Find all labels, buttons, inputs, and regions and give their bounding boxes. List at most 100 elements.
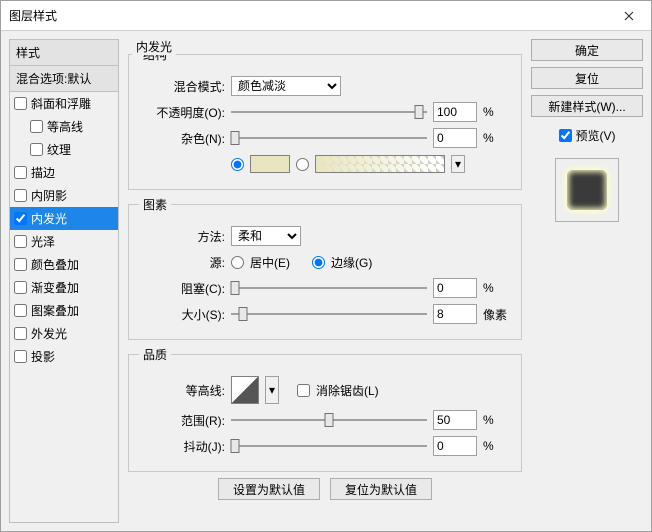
sidebar-checkbox-5[interactable] xyxy=(14,212,27,225)
source-edge-radio[interactable] xyxy=(312,256,325,269)
sidebar-checkbox-3[interactable] xyxy=(14,166,27,179)
noise-input[interactable] xyxy=(433,128,477,148)
choke-slider[interactable] xyxy=(231,279,427,297)
sidebar-label: 投影 xyxy=(31,348,55,365)
sidebar-label: 内发光 xyxy=(31,210,67,227)
settings-panel: 内发光 结构 混合模式: 颜色减淡 不透明度(O): % 杂色(N): xyxy=(127,39,523,523)
antialias-checkbox[interactable] xyxy=(297,384,310,397)
titlebar: 图层样式 xyxy=(1,1,651,31)
action-panel: 确定 复位 新建样式(W)... 预览(V) xyxy=(531,39,643,523)
sidebar-item-10[interactable]: 外发光 xyxy=(10,322,118,345)
sidebar-item-9[interactable]: 图案叠加 xyxy=(10,299,118,322)
source-center-label: 居中(E) xyxy=(250,254,290,271)
sidebar-item-11[interactable]: 投影 xyxy=(10,345,118,368)
elements-group: 图素 方法: 柔和 源: 居中(E) 边缘(G) 阻塞(C): xyxy=(128,196,522,340)
opacity-slider[interactable] xyxy=(231,103,427,121)
preview-toggle[interactable]: 预览(V) xyxy=(559,127,616,144)
noise-slider[interactable] xyxy=(231,129,427,147)
contour-dropdown-icon[interactable]: ▾ xyxy=(265,376,279,404)
range-slider[interactable] xyxy=(231,411,427,429)
preview-box xyxy=(555,158,619,222)
blend-options-header[interactable]: 混合选项:默认 xyxy=(9,66,119,92)
sidebar-checkbox-4[interactable] xyxy=(14,189,27,202)
sidebar-checkbox-8[interactable] xyxy=(14,281,27,294)
sidebar-label: 斜面和浮雕 xyxy=(31,95,91,112)
choke-input[interactable] xyxy=(433,278,477,298)
size-unit: 像素 xyxy=(483,306,511,323)
sidebar-item-5[interactable]: 内发光 xyxy=(10,207,118,230)
style-list: 斜面和浮雕等高线纹理描边内阴影内发光光泽颜色叠加渐变叠加图案叠加外发光投影 xyxy=(9,92,119,523)
contour-label: 等高线: xyxy=(139,382,225,399)
style-list-header: 样式 xyxy=(9,39,119,66)
sidebar-item-8[interactable]: 渐变叠加 xyxy=(10,276,118,299)
noise-label: 杂色(N): xyxy=(139,130,225,147)
elements-legend: 图素 xyxy=(139,196,171,213)
sidebar-label: 纹理 xyxy=(47,141,71,158)
revert-default-button[interactable]: 复位为默认值 xyxy=(330,478,432,500)
sidebar-label: 描边 xyxy=(31,164,55,181)
gradient-swatch[interactable] xyxy=(315,155,445,173)
sidebar-label: 外发光 xyxy=(31,325,67,342)
sidebar-checkbox-1[interactable] xyxy=(30,120,43,133)
sidebar-item-0[interactable]: 斜面和浮雕 xyxy=(10,92,118,115)
size-input[interactable] xyxy=(433,304,477,324)
method-label: 方法: xyxy=(139,228,225,245)
close-icon xyxy=(624,11,634,21)
opacity-input[interactable] xyxy=(433,102,477,122)
style-list-panel: 样式 混合选项:默认 斜面和浮雕等高线纹理描边内阴影内发光光泽颜色叠加渐变叠加图… xyxy=(9,39,119,523)
structure-group: 结构 混合模式: 颜色减淡 不透明度(O): % 杂色(N): xyxy=(128,46,522,190)
size-label: 大小(S): xyxy=(139,306,225,323)
new-style-button[interactable]: 新建样式(W)... xyxy=(531,95,643,117)
source-edge-label: 边缘(G) xyxy=(331,254,372,271)
sidebar-item-3[interactable]: 描边 xyxy=(10,161,118,184)
antialias-label: 消除锯齿(L) xyxy=(316,382,379,399)
dialog-title: 图层样式 xyxy=(9,7,606,24)
method-select[interactable]: 柔和 xyxy=(231,226,301,246)
range-input[interactable] xyxy=(433,410,477,430)
layer-style-dialog: 图层样式 样式 混合选项:默认 斜面和浮雕等高线纹理描边内阴影内发光光泽颜色叠加… xyxy=(0,0,652,532)
sidebar-item-1[interactable]: 等高线 xyxy=(10,115,118,138)
sidebar-item-7[interactable]: 颜色叠加 xyxy=(10,253,118,276)
jitter-slider[interactable] xyxy=(231,437,427,455)
gradient-radio[interactable] xyxy=(296,158,309,171)
jitter-label: 抖动(J): xyxy=(139,438,225,455)
opacity-label: 不透明度(O): xyxy=(139,104,225,121)
sidebar-label: 光泽 xyxy=(31,233,55,250)
noise-unit: % xyxy=(483,131,511,145)
set-default-button[interactable]: 设置为默认值 xyxy=(218,478,320,500)
sidebar-item-2[interactable]: 纹理 xyxy=(10,138,118,161)
ok-button[interactable]: 确定 xyxy=(531,39,643,61)
sidebar-checkbox-7[interactable] xyxy=(14,258,27,271)
color-swatch[interactable] xyxy=(250,155,290,173)
preview-sample xyxy=(567,170,607,210)
choke-label: 阻塞(C): xyxy=(139,280,225,297)
source-label: 源: xyxy=(139,254,225,271)
sidebar-item-4[interactable]: 内阴影 xyxy=(10,184,118,207)
opacity-unit: % xyxy=(483,105,511,119)
preview-checkbox[interactable] xyxy=(559,129,572,142)
sidebar-checkbox-2[interactable] xyxy=(30,143,43,156)
cancel-button[interactable]: 复位 xyxy=(531,67,643,89)
close-button[interactable] xyxy=(606,1,651,30)
sidebar-checkbox-0[interactable] xyxy=(14,97,27,110)
size-slider[interactable] xyxy=(231,305,427,323)
sidebar-label: 图案叠加 xyxy=(31,302,79,319)
gradient-dropdown-icon[interactable]: ▾ xyxy=(451,155,465,173)
sidebar-checkbox-6[interactable] xyxy=(14,235,27,248)
source-center-radio[interactable] xyxy=(231,256,244,269)
contour-picker[interactable] xyxy=(231,376,259,404)
solid-color-radio[interactable] xyxy=(231,158,244,171)
range-unit: % xyxy=(483,413,511,427)
sidebar-checkbox-10[interactable] xyxy=(14,327,27,340)
blend-mode-select[interactable]: 颜色减淡 xyxy=(231,76,341,96)
sidebar-item-6[interactable]: 光泽 xyxy=(10,230,118,253)
sidebar-checkbox-9[interactable] xyxy=(14,304,27,317)
sidebar-checkbox-11[interactable] xyxy=(14,350,27,363)
jitter-input[interactable] xyxy=(433,436,477,456)
preview-label: 预览(V) xyxy=(576,127,616,144)
quality-group: 品质 等高线: ▾ 消除锯齿(L) 范围(R): % xyxy=(128,346,522,472)
sidebar-label: 颜色叠加 xyxy=(31,256,79,273)
sidebar-label: 渐变叠加 xyxy=(31,279,79,296)
jitter-unit: % xyxy=(483,439,511,453)
panel-title: 内发光 xyxy=(132,38,176,55)
